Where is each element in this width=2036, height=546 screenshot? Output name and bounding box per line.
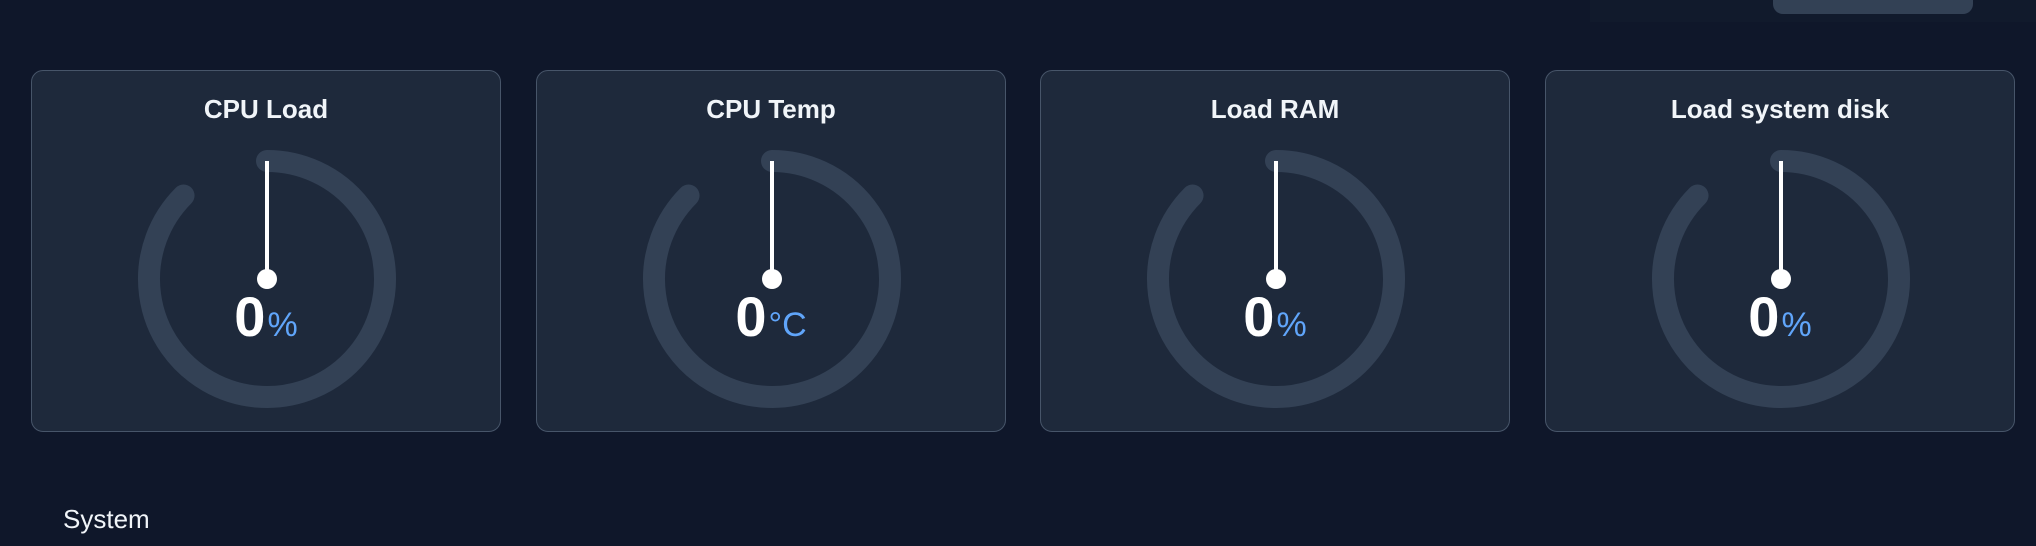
- gauge-unit: %: [267, 306, 298, 344]
- cpu-load-gauge: [138, 150, 396, 408]
- gauge-card-load-ram: Load RAM 0%: [1040, 70, 1510, 432]
- gauge-readout: 0%: [1546, 287, 2014, 362]
- gauge-unit: %: [1276, 306, 1307, 344]
- card-title: CPU Load: [203, 94, 329, 124]
- card-title: Load system disk: [1670, 94, 1890, 124]
- gauge-readout: 0%: [1041, 287, 1509, 362]
- system-section-title: System: [63, 504, 150, 534]
- gauge-unit: °C: [768, 306, 807, 344]
- gauge-readout: 0°C: [537, 287, 1005, 362]
- gauge-value: 0: [735, 285, 767, 348]
- gauge-value: 0: [234, 285, 266, 348]
- card-title: CPU Temp: [706, 94, 836, 124]
- header-button[interactable]: [1773, 0, 1973, 14]
- gauge-card-cpu-temp: CPU Temp 0°C: [536, 70, 1006, 432]
- gauge-value: 0: [1243, 285, 1275, 348]
- gauge-cards: CPU Load 0% CPU Temp 0°C Load RAM 0% Loa…: [31, 70, 2017, 434]
- gauge-value: 0: [1748, 285, 1780, 348]
- dashboard-page: CPU Load 0% CPU Temp 0°C Load RAM 0% Loa…: [0, 0, 2036, 546]
- gauge-unit: %: [1781, 306, 1812, 344]
- load-ram-gauge: [1147, 150, 1405, 408]
- gauge-card-cpu-load: CPU Load 0%: [31, 70, 501, 432]
- gauge-card-load-system-disk: Load system disk 0%: [1545, 70, 2015, 432]
- card-title: Load RAM: [1210, 94, 1340, 124]
- gauge-readout: 0%: [32, 287, 500, 362]
- cpu-temp-gauge: [643, 150, 901, 408]
- load-system-disk-gauge: [1652, 150, 1910, 408]
